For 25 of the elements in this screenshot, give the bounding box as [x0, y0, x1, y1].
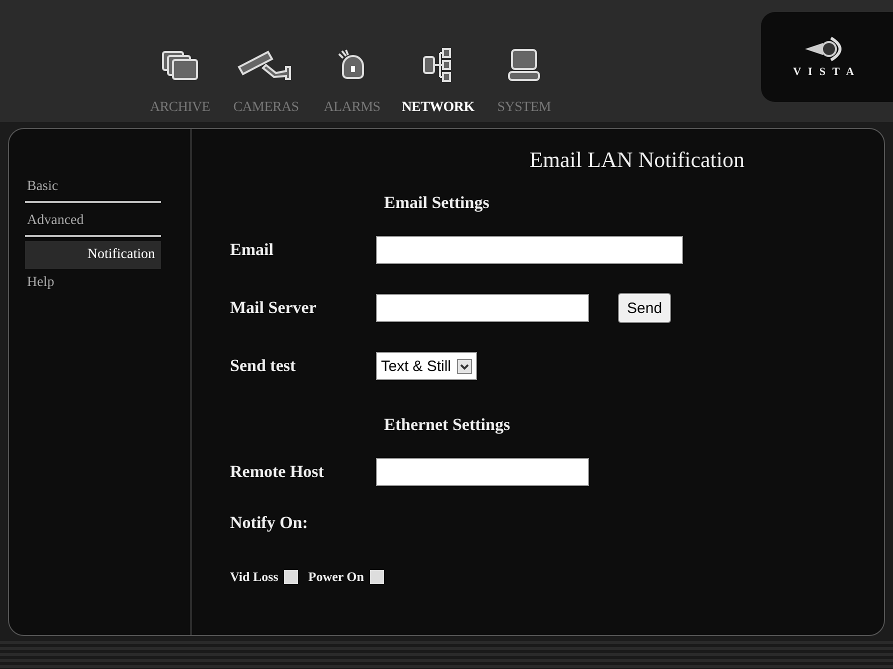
checkbox[interactable]: [284, 570, 298, 584]
sidebar-item[interactable]: Basic: [25, 173, 161, 201]
field-label: Remote Host: [230, 462, 325, 482]
field-label: Mail Server: [230, 298, 318, 318]
input-field[interactable]: [376, 294, 589, 322]
notify-label: Notify On:: [230, 513, 309, 533]
nav-tab[interactable]: NETWORK: [396, 48, 480, 116]
dropdown[interactable]: Text & Still: [376, 352, 478, 380]
input-field[interactable]: [376, 236, 683, 264]
checkbox-label: Power On: [308, 569, 364, 585]
computer-icon: [507, 48, 541, 82]
input-field[interactable]: [376, 458, 589, 486]
checkbox-label: Vid Loss: [230, 569, 278, 585]
sidebar-item[interactable]: Advanced: [25, 207, 161, 235]
page-title: Email LAN Notification: [528, 147, 746, 173]
field-label: Send test: [230, 356, 297, 376]
sidebar-item[interactable]: Notification: [25, 241, 161, 269]
sidebar-item[interactable]: Help: [25, 269, 161, 297]
section-heading: Email Settings: [383, 193, 490, 213]
section-heading: Ethernet Settings: [383, 415, 512, 435]
logo: VISTA: [761, 12, 893, 102]
folders-icon: [160, 48, 200, 82]
checkbox[interactable]: [370, 570, 384, 584]
send-button[interactable]: Send: [618, 293, 672, 323]
field-label: Email: [230, 240, 274, 260]
